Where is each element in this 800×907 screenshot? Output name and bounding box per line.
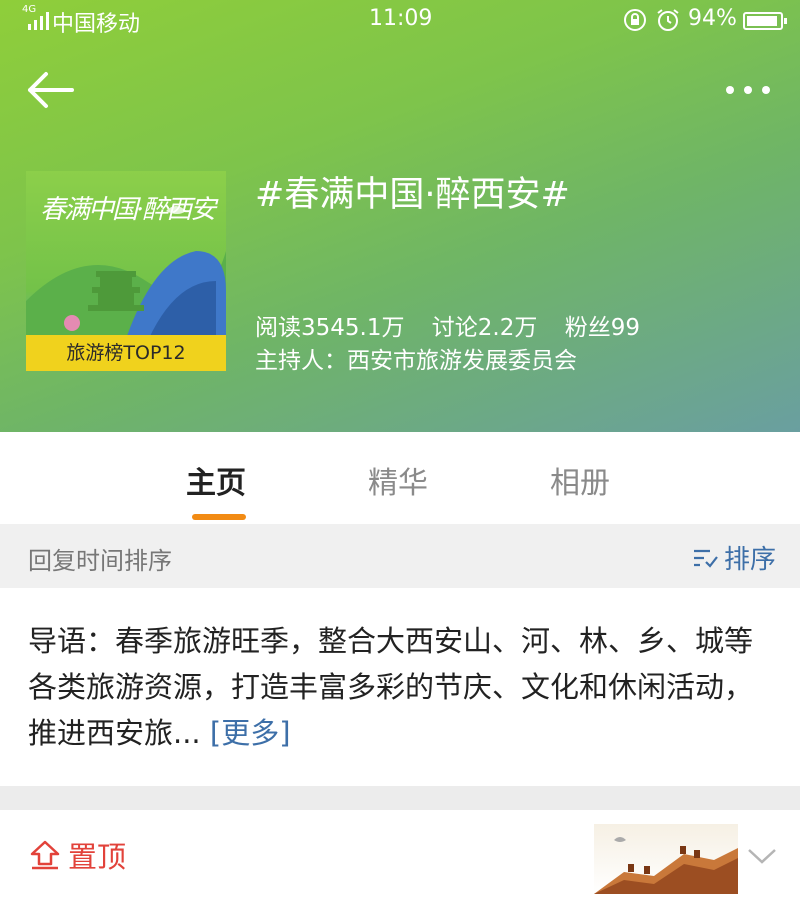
great-wall-image — [594, 837, 738, 894]
sort-bar: 回复时间排序 排序 — [0, 524, 800, 588]
carrier-name: 中国移动 — [52, 12, 141, 37]
topic-intro: 导语：春季旅游旺季，整合大西安山、河、林、乡、城等各类旅游资源，打造丰富多彩的节… — [0, 588, 800, 786]
lock-rotate-icon — [624, 9, 646, 31]
pinned-post-row[interactable]: 置顶 — [0, 810, 800, 907]
tab-home[interactable]: 主页 — [186, 458, 246, 502]
intro-paragraph: 导语：春季旅游旺季，整合大西安山、河、林、乡、城等各类旅游资源，打造丰富多彩的节… — [28, 618, 776, 756]
active-tab-indicator — [192, 514, 246, 520]
sort-mode-label: 回复时间排序 — [28, 547, 172, 575]
pin-up-icon — [30, 840, 60, 870]
alarm-icon — [657, 9, 679, 31]
battery-percent: 94% — [688, 6, 737, 31]
topic-host[interactable]: 主持人：西安市旅游发展委员会 — [255, 341, 577, 375]
discussion-count: 讨论2.2万 — [431, 315, 538, 341]
topic-title: #春满中国·醉西安# — [255, 175, 570, 215]
tab-bar: 主页 精华 相册 — [0, 432, 800, 524]
clock: 11:09 — [369, 6, 433, 31]
sort-button-label: 排序 — [724, 545, 777, 575]
tab-album[interactable]: 相册 — [550, 458, 610, 502]
ranking-badge: 旅游榜TOP12 — [26, 335, 226, 371]
great-wall-thumbnail — [594, 824, 738, 894]
sort-icon — [694, 549, 718, 568]
pinned-label: 置顶 — [30, 834, 126, 876]
sort-button[interactable]: 排序 — [692, 539, 776, 576]
topic-cover-image[interactable]: 春满中国·醉西安 旅游榜TOP12 — [26, 171, 226, 371]
cover-calligraphy: 春满中国·醉西安 — [40, 195, 216, 225]
signal-icon — [28, 12, 49, 30]
topic-header: 4G 中国移动 11:09 94% 春满中国·醉西安 旅游榜TOP12 #春满中… — [0, 0, 800, 432]
more-dots-icon[interactable] — [718, 72, 778, 108]
battery-icon — [743, 12, 787, 30]
back-arrow-icon[interactable] — [24, 66, 76, 114]
tab-featured[interactable]: 精华 — [368, 458, 428, 502]
pinned-text: 置顶 — [68, 840, 127, 874]
intro-text: 导语：春季旅游旺季，整合大西安山、河、林、乡、城等各类旅游资源，打造丰富多彩的节… — [28, 624, 754, 750]
topic-stats: 阅读3545.1万 讨论2.2万 粉丝99 — [255, 308, 660, 342]
status-bar: 4G 中国移动 11:09 94% — [0, 0, 800, 42]
chevron-down-icon[interactable] — [746, 844, 778, 868]
intro-more-link[interactable]: [更多] — [210, 716, 291, 750]
fan-count: 粉丝99 — [564, 315, 640, 341]
read-count: 阅读3545.1万 — [255, 315, 405, 341]
